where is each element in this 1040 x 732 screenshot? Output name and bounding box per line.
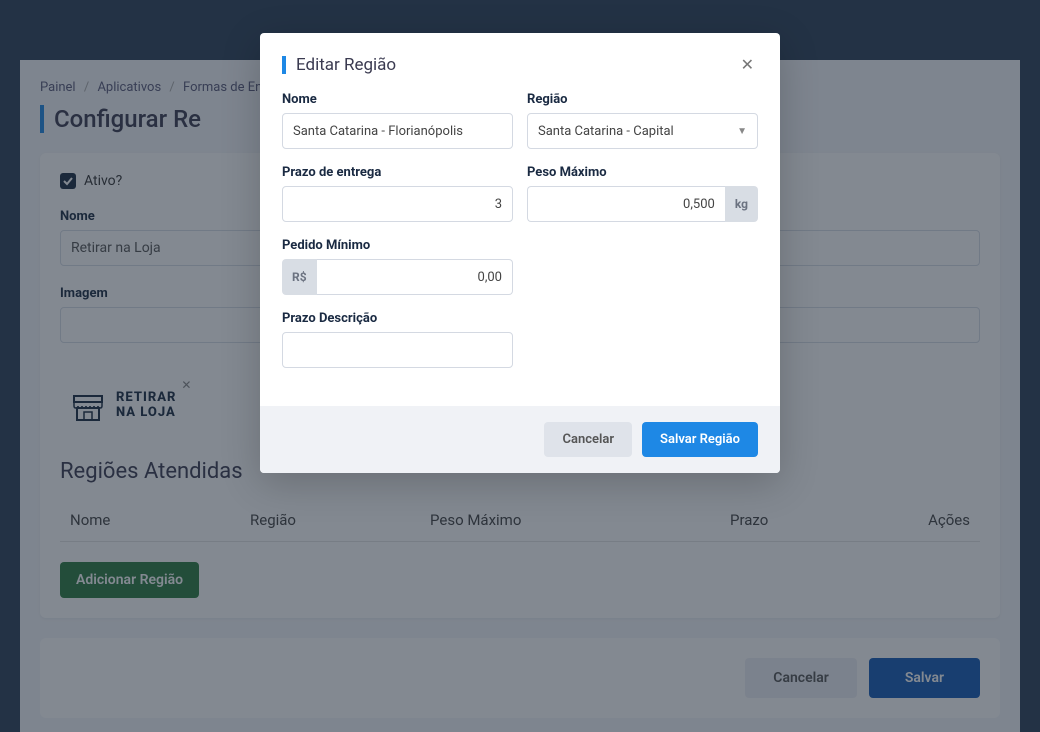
modal-title: Editar Região [296,55,396,75]
descricao-input[interactable] [282,332,513,368]
prazo-label: Prazo de entrega [282,165,513,180]
spacer-col [527,311,758,368]
peso-unit: kg [725,186,758,222]
modal-field-regiao: Região Santa Catarina - Capital ▼ [527,92,758,149]
prazo-input[interactable] [282,186,513,222]
modal-header: Editar Região ✕ [260,33,780,92]
regiao-selected-value: Santa Catarina - Capital [538,124,674,139]
pedido-label: Pedido Mínimo [282,238,513,253]
pedido-input[interactable] [317,259,513,295]
modal-footer: Cancelar Salvar Região [260,406,780,473]
descricao-label: Prazo Descrição [282,311,513,326]
modal-field-nome: Nome [282,92,513,149]
spacer-col [527,238,758,295]
regiao-label: Região [527,92,758,107]
modal-title-accent [282,56,286,74]
chevron-down-icon: ▼ [737,126,747,137]
modal-cancel-button[interactable]: Cancelar [544,422,632,457]
modal-field-prazo: Prazo de entrega [282,165,513,222]
nome-label: Nome [282,92,513,107]
edit-region-modal: Editar Região ✕ Nome Região Santa Catari… [260,33,780,473]
modal-field-descricao: Prazo Descrição [282,311,513,368]
regiao-select[interactable]: Santa Catarina - Capital ▼ [527,113,758,149]
modal-body: Nome Região Santa Catarina - Capital ▼ P… [260,92,780,406]
peso-label: Peso Máximo [527,165,758,180]
peso-input[interactable] [527,186,725,222]
modal-save-button[interactable]: Salvar Região [642,422,758,457]
nome-input[interactable] [282,113,513,149]
currency-prefix: R$ [282,259,317,295]
modal-field-peso: Peso Máximo kg [527,165,758,222]
close-icon[interactable]: ✕ [737,51,758,78]
modal-field-pedido: Pedido Mínimo R$ [282,238,513,295]
